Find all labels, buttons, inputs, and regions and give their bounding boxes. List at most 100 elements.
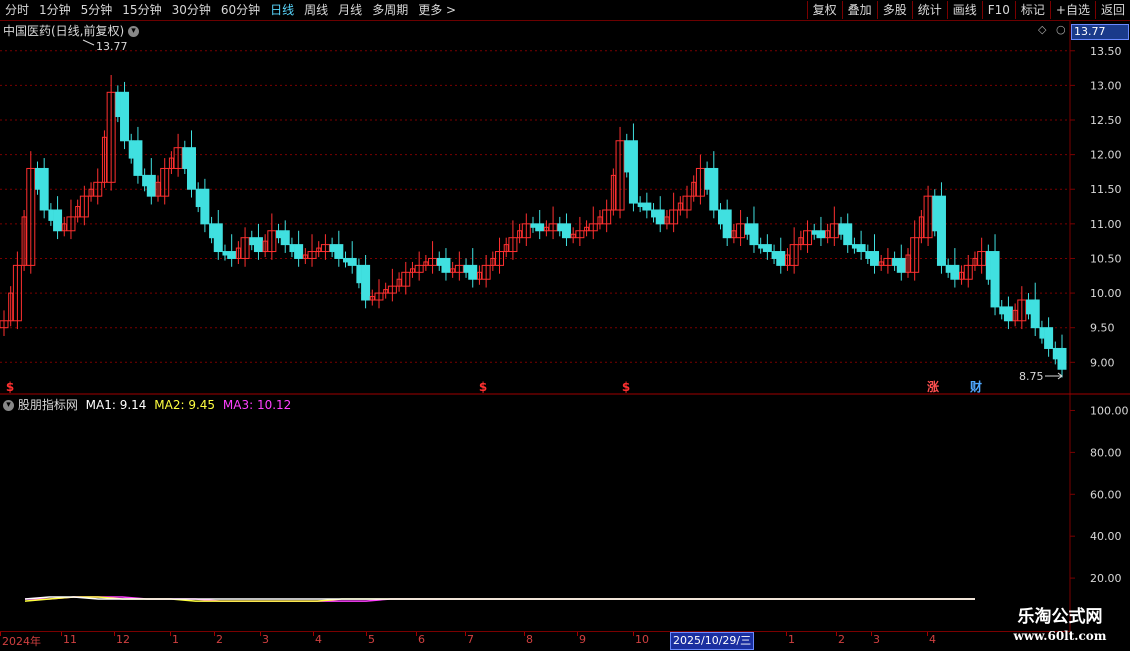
date-tick-label: 10 bbox=[635, 633, 649, 646]
date-tick-label: 6 bbox=[418, 633, 425, 646]
candle-body bbox=[222, 251, 228, 256]
price-axis-label: 11.00 bbox=[1090, 218, 1122, 231]
price-axis-label: 9.00 bbox=[1090, 356, 1115, 369]
event-marker[interactable]: $ bbox=[6, 380, 14, 394]
candle-body bbox=[717, 209, 723, 225]
action-buttons: 复权 叠加 多股 统计 画线 F10 标记 +自选 返回 bbox=[806, 0, 1130, 20]
low-price-label: 8.75 bbox=[1019, 370, 1044, 383]
period-tab[interactable]: 30分钟 bbox=[167, 0, 216, 20]
toolbar-action-button[interactable]: 复权 bbox=[806, 1, 842, 19]
date-tick-label: 2 bbox=[838, 633, 845, 646]
period-tab[interactable]: 60分钟 bbox=[216, 0, 265, 20]
candle-body bbox=[39, 167, 49, 211]
event-marker[interactable]: $ bbox=[622, 380, 630, 394]
candle-body bbox=[771, 251, 777, 259]
candle-body bbox=[651, 209, 657, 218]
candle-body bbox=[128, 140, 134, 159]
candle-body bbox=[48, 209, 54, 221]
candle-body bbox=[1030, 299, 1040, 329]
date-tick-label: 7 bbox=[467, 633, 474, 646]
candle-body bbox=[463, 264, 469, 273]
date-tick-mark bbox=[170, 632, 171, 636]
candle-body bbox=[945, 264, 951, 273]
event-marker[interactable]: $ bbox=[479, 380, 487, 394]
candle-body bbox=[749, 223, 759, 246]
candle-body bbox=[816, 230, 826, 239]
indicator-axis-label: 100.00 bbox=[1090, 404, 1129, 417]
candle-body bbox=[865, 251, 871, 259]
date-tick-mark bbox=[0, 632, 1, 636]
price-axis-label: 13.00 bbox=[1090, 79, 1122, 92]
candle-body bbox=[1003, 306, 1013, 322]
candle-body bbox=[329, 244, 335, 253]
candle-body bbox=[811, 230, 817, 235]
stock-chart[interactable]: 13.50 13.00 12.50 12.00 11.50 11.00 10.50 10.00… bbox=[0, 21, 1130, 631]
stock-name-period: 中国医药(日线,前复权) bbox=[3, 24, 125, 38]
date-tick-mark bbox=[260, 632, 261, 636]
candle-body bbox=[892, 257, 898, 266]
toolbar-action-button[interactable]: 标记 bbox=[1014, 1, 1050, 19]
period-tab[interactable]: 5分钟 bbox=[76, 0, 118, 20]
diamond-icon[interactable]: ◇ bbox=[1038, 23, 1046, 36]
candle-body bbox=[936, 195, 946, 266]
candle-body bbox=[642, 202, 652, 211]
candle-body bbox=[227, 251, 237, 259]
toolbar-action-button[interactable]: 画线 bbox=[946, 1, 982, 19]
toolbar-action-button[interactable]: 多股 bbox=[876, 1, 912, 19]
candle-body bbox=[870, 251, 880, 266]
date-tick-label: 1 bbox=[788, 633, 795, 646]
candle-body bbox=[441, 257, 451, 273]
candle-body bbox=[637, 202, 643, 208]
candle-body bbox=[334, 244, 344, 259]
date-tick-label: 12 bbox=[116, 633, 130, 646]
price-axis-label: 9.50 bbox=[1090, 322, 1115, 335]
event-marker[interactable]: 涨 bbox=[927, 379, 939, 394]
candle-body bbox=[142, 174, 148, 187]
period-tab[interactable]: 多周期 bbox=[367, 0, 413, 20]
chevron-down-icon[interactable]: ▾ bbox=[128, 26, 140, 37]
candle-body bbox=[950, 264, 960, 280]
date-tick-label: 3 bbox=[262, 633, 269, 646]
toolbar-action-button[interactable]: 返回 bbox=[1094, 1, 1130, 19]
period-tab[interactable]: 1分钟 bbox=[34, 0, 76, 20]
chevron-down-icon[interactable]: ▾ bbox=[3, 400, 14, 411]
toolbar-action-button[interactable]: +自选 bbox=[1049, 1, 1095, 19]
toolbar-action-button[interactable]: 统计 bbox=[911, 1, 947, 19]
candle-body bbox=[289, 244, 295, 253]
candle-body bbox=[999, 306, 1005, 315]
candle-body bbox=[932, 195, 938, 232]
period-tab[interactable]: 更多 > bbox=[413, 0, 461, 20]
event-marker[interactable]: 财 bbox=[969, 379, 982, 394]
candle-body bbox=[530, 223, 536, 228]
candle-body bbox=[133, 140, 143, 176]
period-tab[interactable]: 分时 bbox=[0, 0, 34, 20]
date-tick-label: 3 bbox=[873, 633, 880, 646]
candle-body bbox=[436, 257, 442, 266]
date-tick-mark bbox=[114, 632, 115, 636]
candle-body bbox=[249, 237, 255, 246]
ma1-value: MA1: 9.14 bbox=[85, 398, 147, 412]
toolbar-action-button[interactable]: F10 bbox=[981, 1, 1015, 19]
period-tab[interactable]: 日线 bbox=[265, 0, 299, 20]
ma2-value: MA2: 9.45 bbox=[154, 398, 216, 412]
price-axis-label: 10.00 bbox=[1090, 287, 1122, 300]
candle-body bbox=[34, 167, 40, 190]
candle-body bbox=[53, 209, 63, 232]
date-tick-label: 8 bbox=[526, 633, 533, 646]
candle-body bbox=[347, 257, 357, 266]
candle-body bbox=[1044, 327, 1054, 349]
settings-circle-icon[interactable]: ○ bbox=[1056, 23, 1066, 36]
price-axis-label: 11.50 bbox=[1090, 183, 1122, 196]
indicator-title: ▾ 股朋指标网 MA1: 9.14 MA2: 9.45 MA3: 10.12 bbox=[3, 396, 291, 413]
toolbar-action-button[interactable]: 叠加 bbox=[841, 1, 877, 19]
date-tick-mark bbox=[524, 632, 525, 636]
period-tab[interactable]: 15分钟 bbox=[117, 0, 166, 20]
period-tab[interactable]: 月线 bbox=[333, 0, 367, 20]
candle-body bbox=[628, 140, 638, 204]
date-tick-label: 1 bbox=[172, 633, 179, 646]
period-tab[interactable]: 周线 bbox=[299, 0, 333, 20]
candle-body bbox=[856, 244, 866, 253]
date-tick-mark bbox=[465, 632, 466, 636]
low-pointer-arrow bbox=[1045, 372, 1063, 380]
candle-body bbox=[1039, 327, 1045, 339]
